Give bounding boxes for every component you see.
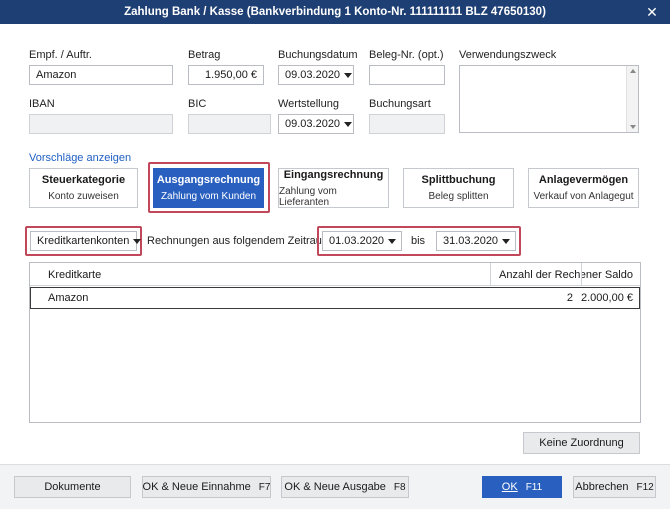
tile-steuerkategorie[interactable]: Steuerkategorie Konto zuweisen	[29, 168, 138, 208]
verwendungszweck-label: Verwendungszweck	[459, 49, 557, 61]
wertstellung-label: Wertstellung	[278, 98, 339, 110]
account-type-value: Kreditkartenkonten	[37, 235, 130, 247]
shortcut-key: F11	[525, 481, 543, 493]
wertstellung-picker[interactable]: 09.03.2020	[278, 114, 354, 134]
bic-label: BIC	[188, 98, 207, 110]
buchungsdatum-label: Buchungsdatum	[278, 49, 358, 61]
neue-ausgabe-label: OK & Neue Ausgabe	[284, 481, 386, 493]
tile-subtitle: Zahlung vom Lieferanten	[279, 185, 337, 208]
empf-value: Amazon	[36, 69, 77, 81]
ok-neue-einnahme-button[interactable]: OK & Neue Einnahme F7	[142, 476, 271, 498]
keine-zuordnung-label: Keine Zuordnung	[539, 437, 624, 449]
buchungsdatum-value: 09.03.2020	[285, 69, 341, 81]
tile-subtitle: Verkauf von Anlagegut	[533, 191, 634, 202]
empf-input[interactable]: Amazon	[29, 65, 173, 85]
suggestions-link[interactable]: Vorschläge anzeigen	[29, 152, 131, 164]
betrag-value: 1.950,00 €	[205, 69, 257, 81]
cell-name: Amazon	[48, 292, 89, 304]
tile-subtitle: Konto zuweisen	[48, 191, 119, 202]
bic-input[interactable]	[188, 114, 271, 134]
window-title: Zahlung Bank / Kasse (Bankverbindung 1 K…	[124, 6, 546, 18]
tile-title: Eingangsrechnung	[283, 168, 384, 181]
tile-subtitle: Beleg splitten	[428, 191, 489, 202]
credit-card-table[interactable]: Kreditkarte Anzahl der Rechnu Offener Sa…	[29, 262, 641, 423]
to-date-value: 31.03.2020	[443, 235, 499, 247]
scroll-down-icon[interactable]	[630, 125, 636, 129]
tile-title: Splittbuchung	[421, 174, 496, 186]
buchungsart-label: Buchungsart	[369, 98, 431, 110]
to-date-picker[interactable]: 31.03.2020	[436, 231, 516, 251]
keine-zuordnung-button[interactable]: Keine Zuordnung	[523, 432, 640, 454]
chevron-down-icon[interactable]	[388, 238, 397, 244]
bis-label: bis	[411, 235, 426, 247]
tile-title: Steuerkategorie	[41, 174, 126, 186]
column-header-anzahl[interactable]: Anzahl der Rechnu	[491, 263, 581, 286]
buchungsdatum-picker[interactable]: 09.03.2020	[278, 65, 354, 85]
chevron-down-icon[interactable]	[502, 238, 511, 244]
dokumente-button[interactable]: Dokumente	[14, 476, 131, 498]
table-row[interactable]: Amazon 2 2.000,00 €	[30, 287, 640, 309]
iban-label: IBAN	[29, 98, 55, 110]
beleg-label: Beleg-Nr. (opt.)	[369, 49, 444, 61]
abbrechen-label: Abbrechen	[575, 481, 629, 493]
wertstellung-value: 09.03.2020	[285, 118, 341, 130]
ok-label: OK	[501, 481, 518, 493]
tile-anlagevermoegen[interactable]: Anlagevermögen Verkauf von Anlagegut	[528, 168, 639, 208]
betrag-label: Betrag	[188, 49, 221, 61]
column-header-kreditkarte[interactable]: Kreditkarte	[40, 263, 460, 286]
title-bar: Zahlung Bank / Kasse (Bankverbindung 1 K…	[0, 0, 670, 24]
from-date-picker[interactable]: 01.03.2020	[322, 231, 402, 251]
shortcut-key: F7	[258, 481, 271, 493]
shortcut-key: F8	[393, 481, 406, 493]
tile-ausgangsrechnung[interactable]: Ausgangsrechnung Zahlung vom Kunden	[153, 168, 264, 208]
textarea-scrollbar[interactable]	[626, 66, 638, 132]
tile-splittbuchung[interactable]: Splittbuchung Beleg splitten	[403, 168, 514, 208]
beleg-input[interactable]	[369, 65, 445, 85]
from-date-value: 01.03.2020	[329, 235, 385, 247]
neue-einnahme-label: OK & Neue Einnahme	[142, 481, 251, 493]
column-header-saldo[interactable]: Offener Saldo	[582, 263, 641, 286]
close-icon[interactable]: ✕	[644, 4, 660, 20]
dokumente-label: Dokumente	[44, 481, 101, 493]
cell-saldo: 2.000,00 €	[581, 292, 633, 304]
ok-neue-ausgabe-button[interactable]: OK & Neue Ausgabe F8	[281, 476, 409, 498]
table-header: Kreditkarte Anzahl der Rechnu Offener Sa…	[30, 263, 640, 286]
period-label: Rechnungen aus folgendem Zeitraum	[147, 235, 332, 247]
abbrechen-button[interactable]: Abbrechen F12	[573, 476, 656, 498]
buchungsart-input[interactable]	[369, 114, 445, 134]
tile-eingangsrechnung[interactable]: Eingangsrechnung Zahlung vom Lieferanten	[278, 168, 389, 208]
tile-subtitle: Zahlung vom Kunden	[160, 191, 257, 202]
shortcut-key: F12	[636, 481, 654, 493]
verwendungszweck-textarea[interactable]	[459, 65, 639, 133]
chevron-down-icon[interactable]	[344, 121, 353, 127]
chevron-down-icon[interactable]	[133, 238, 142, 244]
iban-input[interactable]	[29, 114, 173, 134]
betrag-input[interactable]: 1.950,00 €	[188, 65, 264, 85]
tile-title: Ausgangsrechnung	[156, 174, 261, 186]
ok-button[interactable]: OK F11	[482, 476, 562, 498]
tile-title: Anlagevermögen	[538, 174, 629, 186]
chevron-down-icon[interactable]	[344, 72, 353, 78]
account-type-select[interactable]: Kreditkartenkonten	[30, 231, 142, 251]
empf-label: Empf. / Auftr.	[29, 49, 92, 61]
scroll-up-icon[interactable]	[630, 69, 636, 73]
